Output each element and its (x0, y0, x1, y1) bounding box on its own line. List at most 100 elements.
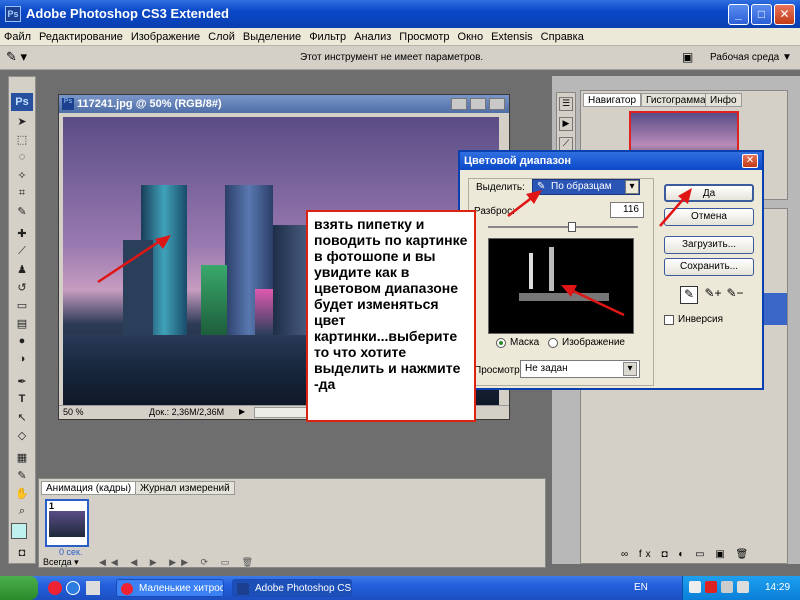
maximize-button[interactable]: □ (751, 4, 772, 25)
magic-wand-tool-icon[interactable]: ✧ (12, 169, 32, 185)
close-button[interactable]: ✕ (774, 4, 795, 25)
options-message: Этот инструмент не имеет параметров. (300, 52, 484, 63)
select-dropdown[interactable]: ✎ По образцам ▾ (532, 179, 640, 195)
fuzziness-slider-thumb[interactable] (568, 222, 576, 232)
menu-file[interactable]: Файл (0, 28, 35, 43)
tray-volume-icon[interactable] (737, 581, 749, 593)
menu-layer[interactable]: Слой (204, 28, 239, 43)
zoom-tool-icon[interactable]: ⌕ (12, 505, 32, 521)
tab-navigator[interactable]: Навигатор (583, 93, 642, 107)
document-close-button[interactable] (489, 98, 505, 110)
tab-info[interactable]: Инфо (705, 93, 742, 107)
eyedropper-tool-preset-icon[interactable]: ✎ ▾ (6, 49, 36, 67)
history-panel-icon[interactable]: ☰ (559, 97, 573, 111)
eyedropper-icon[interactable]: ✎ (680, 286, 698, 304)
history-brush-tool-icon[interactable]: ↺ (12, 281, 32, 297)
shape-tool-icon[interactable]: ◇ (12, 429, 32, 445)
gradient-tool-icon[interactable]: ▤ (12, 317, 32, 333)
tab-histogram[interactable]: Гистограмма (641, 93, 711, 107)
path-selection-tool-icon[interactable]: ↖ (12, 411, 32, 427)
loop-selector[interactable]: Всегда ▾ (43, 557, 79, 568)
language-indicator[interactable]: EN (634, 582, 648, 593)
frame-thumbnail (49, 511, 85, 537)
menu-window[interactable]: Окно (454, 28, 488, 43)
menu-help[interactable]: Справка (537, 28, 588, 43)
eyedropper-tool-icon[interactable]: ✎ (12, 205, 32, 221)
minimize-button[interactable]: _ (728, 4, 749, 25)
foreground-color-swatch[interactable] (11, 523, 27, 539)
desktop-icon[interactable] (86, 581, 100, 595)
red-arrow-image (97, 235, 171, 284)
playback-controls-icon[interactable]: ◀◀ ◀ ▶ ▶▶ ⟳ ▭ 🗑 (99, 557, 258, 568)
brushes-panel-icon[interactable]: ⟋ (559, 137, 573, 151)
menu-view[interactable]: Просмотр (395, 28, 453, 43)
actions-panel-icon[interactable]: ▶ (559, 117, 573, 131)
menu-filter[interactable]: Фильтр (305, 28, 350, 43)
dodge-tool-icon[interactable]: ◑ (12, 353, 32, 369)
add-to-sample-icon[interactable]: ✎+ (704, 286, 722, 304)
layer-actions-icon[interactable]: ∞ fx ◘ ◐ ▭ ▣ 🗑 (621, 549, 781, 561)
fuzziness-input[interactable]: 116 (610, 202, 644, 218)
task-photoshop[interactable]: Adobe Photoshop CS... (232, 579, 352, 597)
task-browser[interactable]: Маленькие хитрост... (116, 579, 224, 597)
radio-image[interactable] (548, 338, 558, 348)
document-title: 117241.jpg @ 50% (RGB/8#) (77, 98, 222, 110)
move-tool-icon[interactable]: ➤ (12, 115, 32, 131)
type-tool-icon[interactable]: T (12, 393, 32, 409)
mask-preview[interactable] (488, 238, 634, 334)
zoom-level[interactable]: 50 % (63, 407, 84, 417)
eyedropper-sample-tool-icon[interactable]: ✎ (12, 469, 32, 485)
tray-antivirus-icon[interactable] (705, 581, 717, 593)
stamp-tool-icon[interactable]: ♟ (12, 263, 32, 279)
save-button[interactable]: Сохранить... (664, 258, 754, 276)
invert-checkbox[interactable] (664, 315, 674, 325)
menu-image[interactable]: Изображение (127, 28, 204, 43)
workspace-icon: ▣ (682, 50, 694, 64)
lasso-tool-icon[interactable]: ◌ (12, 151, 32, 167)
taskbar: Маленькие хитрост... Adobe Photoshop CS.… (0, 576, 800, 600)
hand-tool-icon[interactable]: ✋ (12, 487, 32, 503)
document-minimize-button[interactable] (451, 98, 467, 110)
pen-tool-icon[interactable]: ✒ (12, 375, 32, 391)
menu-edit[interactable]: Редактирование (35, 28, 127, 43)
preview-chevron-down-icon[interactable]: ▾ (623, 362, 637, 376)
notes-tool-icon[interactable]: ▦ (12, 451, 32, 467)
tab-animation[interactable]: Анимация (кадры) (41, 481, 137, 495)
instruction-callout: взять пипетку и поводить по картинке в ф… (306, 210, 476, 422)
menu-extensis[interactable]: Extensis (487, 28, 537, 43)
fuzziness-slider-track[interactable] (488, 226, 638, 228)
brush-tool-icon[interactable]: ⟋ (12, 245, 32, 261)
window-title: Adobe Photoshop CS3 Extended (26, 6, 229, 21)
workspace-dropdown[interactable]: Рабочая среда ▼ (710, 52, 792, 63)
marquee-tool-icon[interactable]: ⬚ (12, 133, 32, 149)
animation-frame[interactable]: 1 (45, 499, 89, 547)
tab-measurement-log[interactable]: Журнал измерений (135, 481, 235, 495)
chevron-down-icon[interactable]: ▾ (625, 180, 639, 194)
preview-dropdown[interactable]: Не задан ▾ (520, 360, 640, 378)
load-button[interactable]: Загрузить... (664, 236, 754, 254)
dialog-close-button[interactable]: ✕ (742, 154, 758, 168)
blur-tool-icon[interactable]: ● (12, 335, 32, 351)
tray-icon-1[interactable] (689, 581, 701, 593)
task-photoshop-icon (237, 583, 249, 595)
opera-icon[interactable] (48, 581, 62, 595)
frame-time[interactable]: 0 сек. (59, 547, 82, 557)
document-maximize-button[interactable] (470, 98, 486, 110)
clock: 14:29 (765, 582, 791, 593)
status-menu-icon[interactable]: ▶ (239, 407, 245, 416)
subtract-from-sample-icon[interactable]: ✎− (726, 286, 744, 304)
eraser-tool-icon[interactable]: ▭ (12, 299, 32, 315)
quick-mask-icon[interactable]: ◘ (12, 547, 32, 563)
select-value: По образцам (551, 181, 612, 192)
tower-right (273, 225, 309, 335)
document-info[interactable]: Док.: 2,36M/2,36M (149, 407, 224, 417)
healing-tool-icon[interactable]: ✚ (12, 227, 32, 243)
crop-tool-icon[interactable]: ⌗ (12, 187, 32, 203)
radio-mask[interactable] (496, 338, 506, 348)
menu-analysis[interactable]: Анализ (350, 28, 395, 43)
preview-highlight-2 (549, 247, 554, 291)
tray-network-icon[interactable] (721, 581, 733, 593)
menu-select[interactable]: Выделение (239, 28, 305, 43)
browser-icon[interactable] (66, 581, 80, 595)
start-button[interactable] (0, 576, 38, 600)
